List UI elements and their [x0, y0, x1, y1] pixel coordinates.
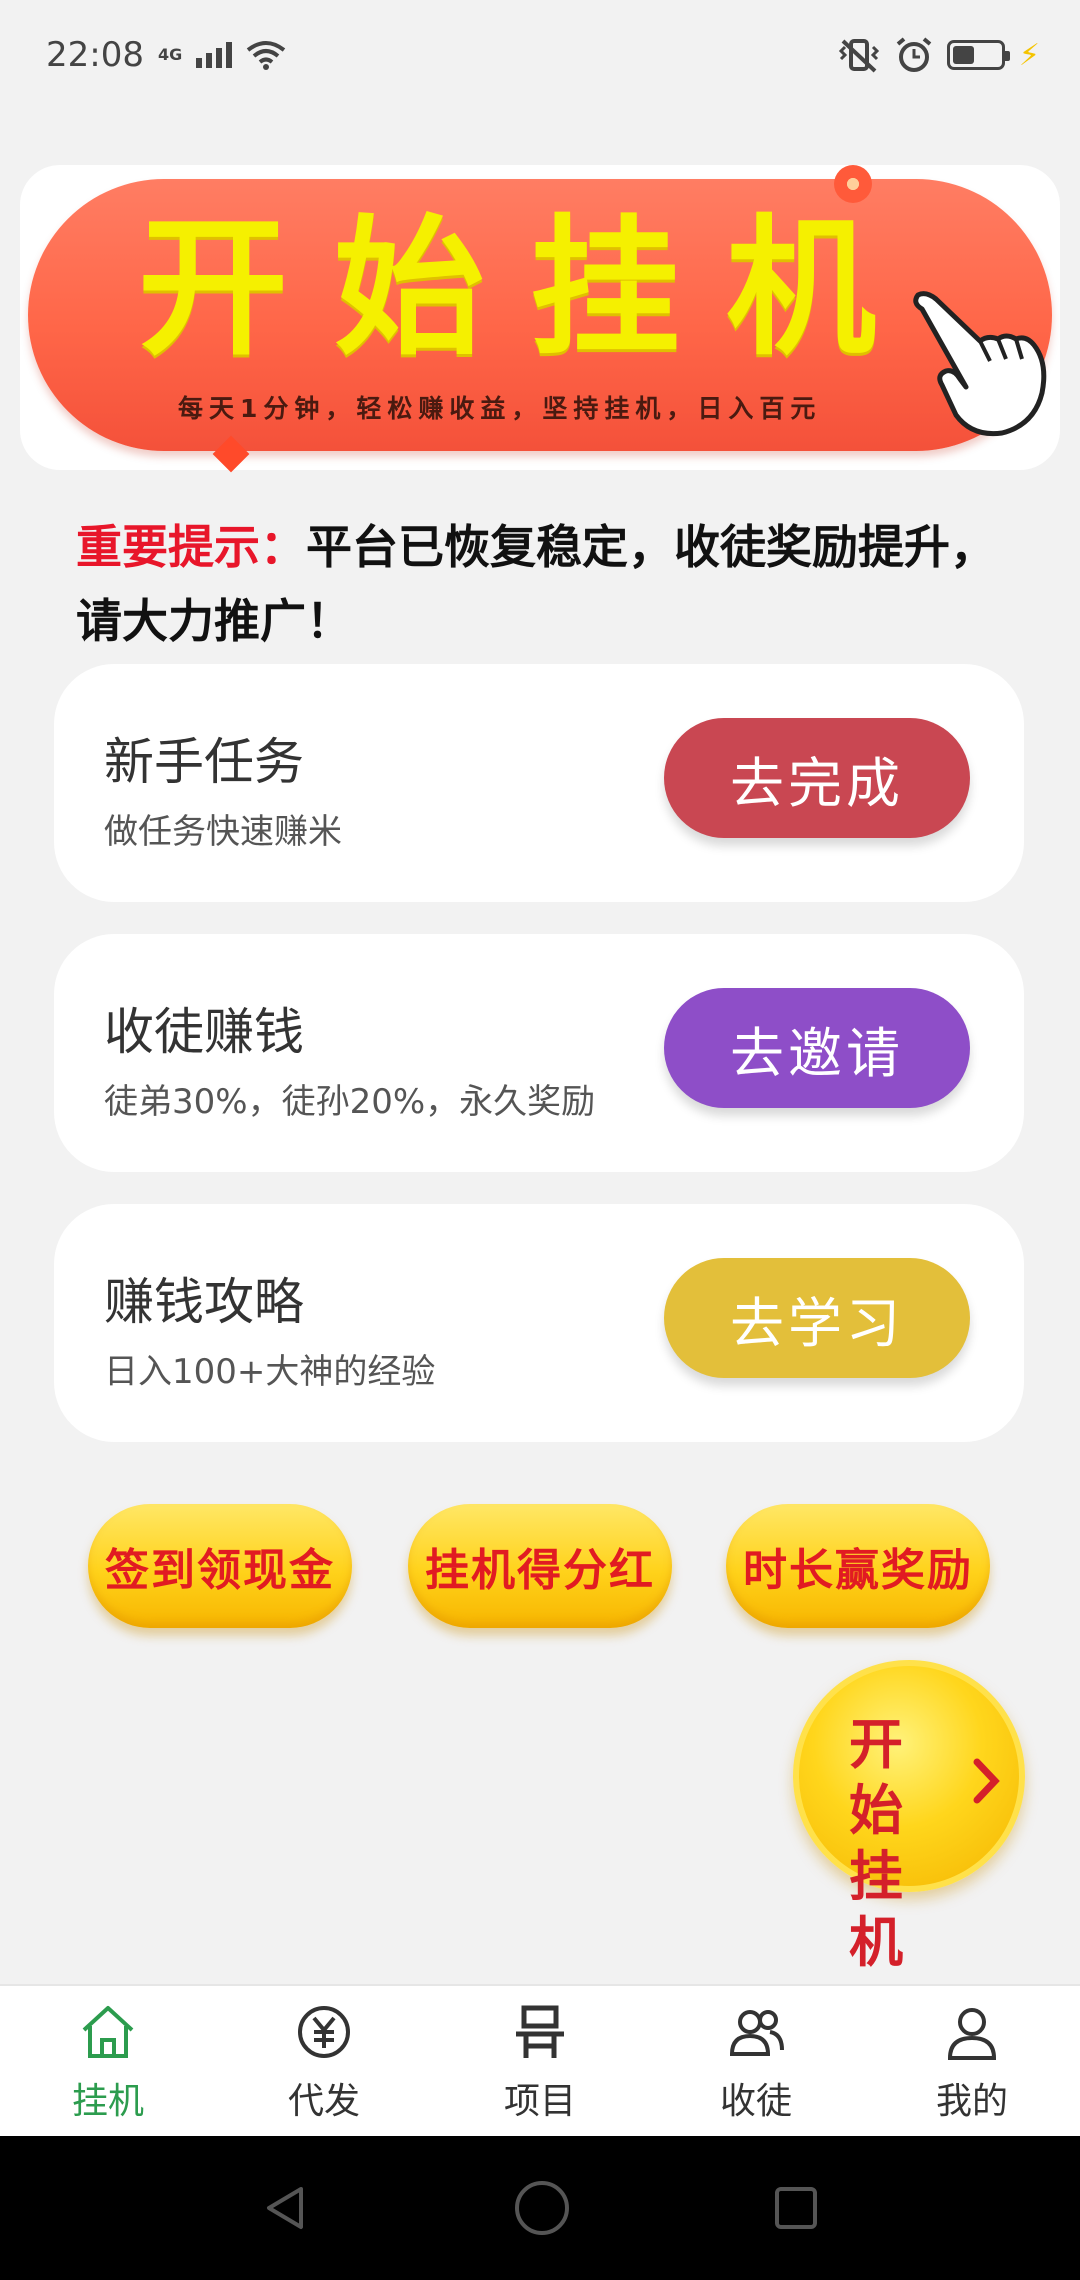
- important-notice: 重要提示：平台已恢复稳定，收徒奖励提升，请大力推广！: [76, 510, 1006, 658]
- checkin-cash-button[interactable]: 签到领现金: [88, 1504, 352, 1628]
- chevron-right-icon: [973, 1758, 1000, 1804]
- pointing-hand-icon: [913, 291, 1047, 437]
- notice-label: 重要提示：: [76, 520, 306, 574]
- card-subtitle: 做任务快速赚米: [104, 812, 342, 852]
- nav-item-projects[interactable]: 项目: [432, 1986, 648, 2136]
- battery-icon: [946, 40, 1010, 70]
- nav-label: 挂机: [71, 2081, 144, 2122]
- nav-item-mine[interactable]: 我的: [864, 1986, 1080, 2136]
- card-earning-guide: 赚钱攻略 日入100+大神的经验 去学习: [54, 1204, 1024, 1442]
- users-icon: [729, 2010, 784, 2056]
- float-button-label: 开始 挂机: [849, 1713, 923, 1974]
- go-complete-button[interactable]: 去完成: [664, 718, 970, 838]
- start-banner[interactable]: 开始挂机 每天1分钟，轻松赚收益，坚持挂机，日入百元: [20, 165, 1060, 473]
- charging-icon: ⚡: [1018, 37, 1040, 73]
- go-learn-button[interactable]: 去学习: [664, 1258, 970, 1378]
- user-icon: [947, 2008, 997, 2060]
- nav-item-distribute[interactable]: 代发: [216, 1986, 432, 2136]
- project-icon: [516, 2005, 564, 2058]
- home-icon: [82, 2006, 134, 2058]
- go-invite-button[interactable]: 去邀请: [664, 988, 970, 1108]
- bottom-nav: 挂机 代发 项目 收徒 我的: [0, 1984, 1080, 2136]
- card-title: 新手任务: [104, 733, 304, 791]
- nav-label: 我的: [935, 2081, 1008, 2122]
- card-subtitle: 徒弟30%，徒孙20%，永久奖励: [104, 1082, 596, 1122]
- status-time: 22:08: [46, 35, 144, 75]
- status-bar: 22:08 4G ⚡: [0, 0, 1080, 110]
- signal-icon: [196, 42, 233, 68]
- system-nav-bar: [0, 2136, 1080, 2280]
- nav-item-idle[interactable]: 挂机: [0, 1986, 216, 2136]
- network-type: 4G: [157, 45, 183, 64]
- duration-reward-button[interactable]: 时长赢奖励: [726, 1504, 990, 1628]
- idle-dividend-button[interactable]: 挂机得分红: [408, 1504, 672, 1628]
- card-recruit-earn: 收徒赚钱 徒弟30%，徒孙20%，永久奖励 去邀请: [54, 934, 1024, 1172]
- wifi-icon: [247, 41, 286, 70]
- back-icon[interactable]: [259, 2181, 313, 2235]
- banner-decoration: [212, 435, 250, 473]
- banner-decoration: [834, 165, 872, 203]
- yuan-icon: [298, 2006, 350, 2058]
- card-subtitle: 日入100+大神的经验: [104, 1352, 436, 1392]
- banner-subtitle: 每天1分钟，轻松赚收益，坚持挂机，日入百元: [178, 394, 822, 423]
- vibrate-icon: [838, 39, 880, 73]
- start-idle-float-button[interactable]: 开始 挂机: [793, 1660, 1025, 1974]
- alarm-icon: [896, 37, 932, 72]
- card-newbie-task: 新手任务 做任务快速赚米 去完成: [54, 664, 1024, 902]
- app-screen: 22:08 4G ⚡ 开始挂机 每天1分钟，轻松赚收益，坚持挂机，日入百元 重要…: [0, 0, 1080, 2280]
- card-title: 赚钱攻略: [104, 1273, 304, 1331]
- home-circle-icon[interactable]: [512, 2178, 572, 2238]
- card-title: 收徒赚钱: [104, 1003, 304, 1061]
- nav-label: 项目: [503, 2081, 576, 2122]
- nav-item-recruit[interactable]: 收徒: [648, 1986, 864, 2136]
- nav-label: 收徒: [719, 2081, 792, 2122]
- recents-icon[interactable]: [771, 2183, 821, 2233]
- nav-label: 代发: [287, 2081, 360, 2122]
- banner-title: 开始挂机: [138, 202, 923, 376]
- banner-pill: 开始挂机 每天1分钟，轻松赚收益，坚持挂机，日入百元: [28, 165, 1052, 473]
